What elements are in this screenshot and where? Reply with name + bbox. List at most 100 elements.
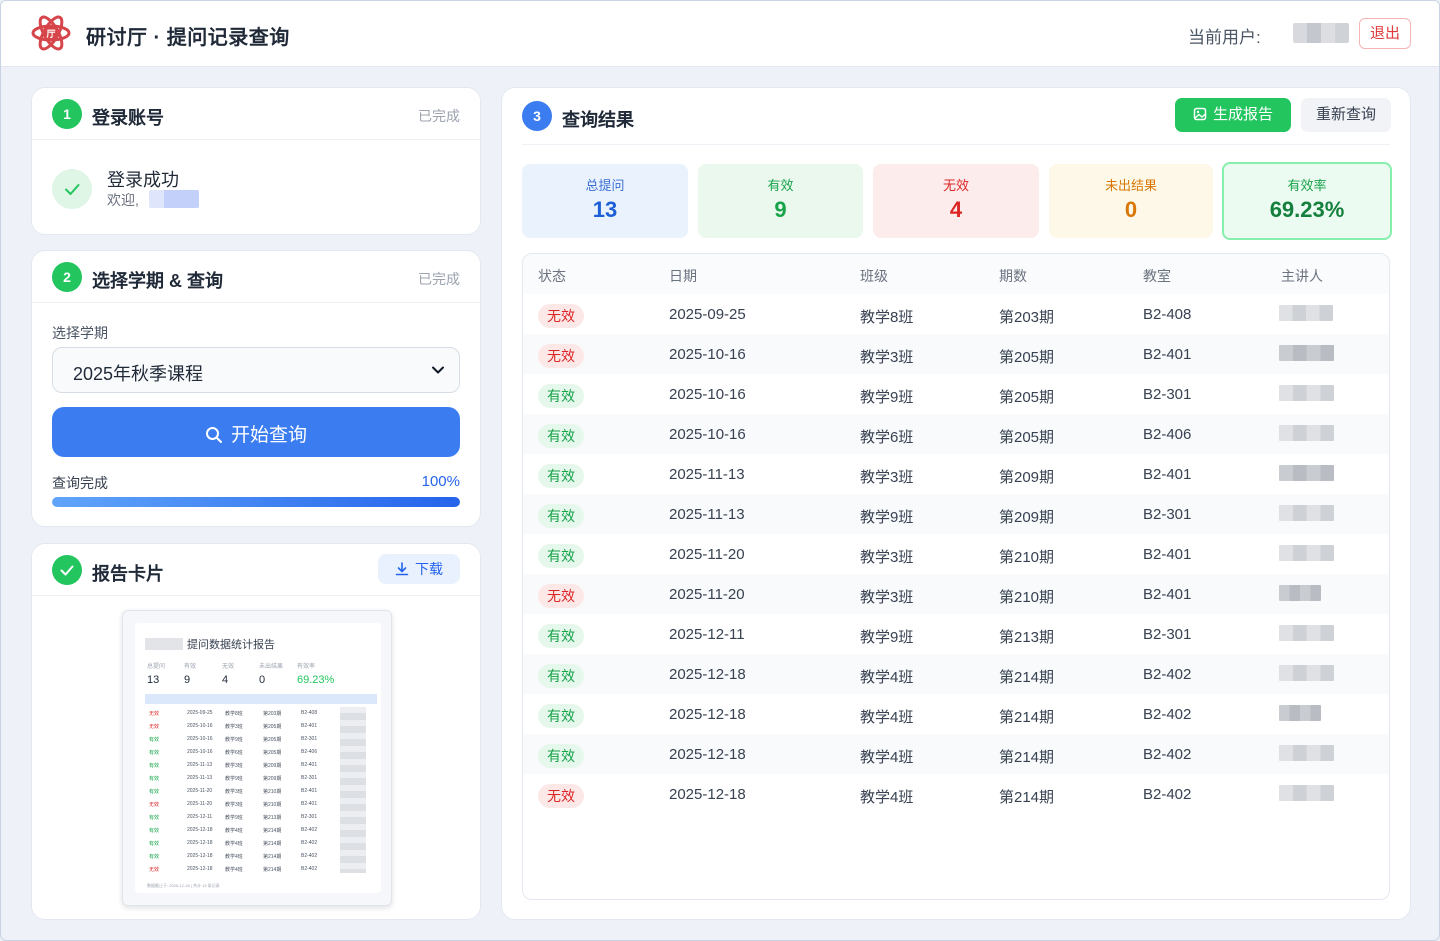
- cell-host-redacted: [1279, 585, 1321, 601]
- preview-cell-room: B2-301: [301, 736, 318, 742]
- step-2-badge: 2: [52, 262, 82, 292]
- status-badge: 有效: [538, 624, 584, 648]
- results-card-title: 查询结果: [562, 110, 634, 130]
- cell-host-redacted: [1279, 465, 1334, 481]
- preview-cell-class: 教学4班: [225, 841, 243, 847]
- results-table: 状态 日期 班级 期数 教室 主讲人 无效 2025-09-25 教学8班 第203期 B2-40…: [522, 253, 1390, 900]
- preview-stat-value: 0: [259, 674, 266, 686]
- search-icon: [205, 427, 222, 443]
- cell-host-redacted: [1279, 425, 1334, 441]
- top-header: 厅 研讨厅 · 提问记录查询 当前用户: 退出: [1, 1, 1439, 67]
- column-header-session[interactable]: 期数: [999, 266, 1027, 286]
- download-button[interactable]: 下载: [378, 554, 460, 584]
- preview-stat-label: 总提问: [147, 664, 166, 670]
- column-header-class[interactable]: 班级: [860, 266, 888, 286]
- term-field-label: 选择学期: [52, 325, 108, 341]
- preview-cell-class: 教学4班: [225, 828, 243, 834]
- cell-date: 2025-10-16: [669, 386, 746, 403]
- stat-box-valid: 有效 9: [698, 164, 863, 238]
- results-card-header: 3 查询结果 生成报告 重新查询: [502, 88, 1410, 144]
- report-card-title: 报告卡片: [92, 564, 164, 584]
- cell-session: 第214期: [999, 709, 1055, 726]
- cell-date: 2025-11-13: [669, 466, 745, 483]
- stat-box-pending: 未出结果 0: [1049, 164, 1213, 238]
- cell-host-redacted: [1279, 545, 1334, 561]
- table-row[interactable]: 有效 2025-11-13 教学3班 第209期 B2-401: [523, 454, 1389, 494]
- generate-report-button[interactable]: 生成报告: [1175, 98, 1291, 132]
- cell-room: B2-401: [1143, 546, 1192, 563]
- table-row[interactable]: 有效 2025-11-20 教学3班 第210期 B2-401: [523, 534, 1389, 574]
- requery-button[interactable]: 重新查询: [1301, 98, 1391, 132]
- cell-date: 2025-10-16: [669, 426, 746, 443]
- results-card: 3 查询结果 生成报告 重新查询 总提问 13 有效 9 无效 4 未出结果 0 有效率 69.2…: [501, 87, 1411, 920]
- table-row[interactable]: 无效 2025-10-16 教学3班 第205期 B2-401: [523, 334, 1389, 374]
- cell-class: 教学4班: [860, 789, 914, 806]
- cell-room: B2-301: [1143, 506, 1192, 523]
- column-header-date[interactable]: 日期: [669, 266, 697, 286]
- preview-cell-date: 2025-10-16: [187, 736, 213, 742]
- table-row[interactable]: 有效 2025-12-18 教学4班 第214期 B2-402: [523, 734, 1389, 774]
- term-select[interactable]: 2025年秋季课程: [52, 347, 460, 393]
- table-row[interactable]: 无效 2025-11-20 教学3班 第210期 B2-401: [523, 574, 1389, 614]
- column-header-room[interactable]: 教室: [1143, 266, 1171, 286]
- preview-cell-status: 有效: [149, 854, 160, 860]
- preview-cell-room: B2-301: [301, 814, 318, 820]
- preview-cell-status: 有效: [149, 841, 160, 847]
- preview-cell-status: 有效: [149, 815, 160, 821]
- preview-cell-class: 教学4班: [225, 854, 243, 860]
- cell-session: 第214期: [999, 669, 1055, 686]
- table-row[interactable]: 有效 2025-12-18 教学4班 第214期 B2-402: [523, 694, 1389, 734]
- login-success-text: 登录成功: [107, 170, 179, 190]
- cell-date: 2025-09-25: [669, 306, 746, 323]
- preview-cell-room: B2-402: [301, 866, 318, 872]
- stat-label-total: 总提问: [585, 178, 625, 193]
- column-header-host[interactable]: 主讲人: [1281, 266, 1323, 286]
- user-name-redacted: [1293, 23, 1349, 43]
- logout-button[interactable]: 退出: [1359, 18, 1411, 49]
- table-row[interactable]: 无效 2025-09-25 教学8班 第203期 B2-408: [523, 294, 1389, 334]
- welcome-user-redacted: [149, 190, 199, 208]
- report-preview[interactable]: 提问数据统计报告 总提问 13 有效 9 无效 4 未出结果 0 有效率 69.23% 无效 202…: [122, 610, 392, 906]
- report-preview-footer: 数据截止于: 2025-12-18 | 共计 13 条记录: [147, 883, 220, 888]
- preview-cell-class: 教学4班: [225, 867, 243, 873]
- progress-bar-fill: [52, 497, 460, 507]
- report-preview-logo-redacted: [145, 638, 183, 650]
- table-row[interactable]: 有效 2025-12-18 教学4班 第214期 B2-402: [523, 654, 1389, 694]
- cell-room: B2-402: [1143, 706, 1192, 723]
- status-badge: 有效: [538, 424, 584, 448]
- preview-stat: 未出结果 0: [259, 661, 283, 686]
- preview-cell-class: 教学8班: [225, 711, 243, 717]
- term-select-value: 2025年秋季课程: [73, 364, 204, 384]
- cell-room: B2-301: [1143, 626, 1192, 643]
- start-query-button[interactable]: 开始查询: [52, 407, 460, 457]
- cell-class: 教学3班: [860, 469, 914, 486]
- column-header-status[interactable]: 状态: [538, 266, 566, 286]
- preview-cell-session: 第205期: [263, 750, 282, 756]
- preview-cell-status: 有效: [149, 828, 160, 834]
- preview-cell-class: 教学9班: [225, 737, 243, 743]
- preview-cell-session: 第210期: [263, 802, 282, 808]
- preview-cell-room: B2-401: [301, 801, 318, 807]
- status-badge: 有效: [538, 504, 584, 528]
- report-card-header: 报告卡片 下载: [32, 544, 480, 596]
- report-preview-host-redacted: [340, 707, 366, 873]
- cell-class: 教学3班: [860, 589, 914, 606]
- table-row[interactable]: 有效 2025-10-16 教学6班 第205期 B2-406: [523, 414, 1389, 454]
- table-row[interactable]: 有效 2025-11-13 教学9班 第209期 B2-301: [523, 494, 1389, 534]
- preview-cell-session: 第214期: [263, 854, 282, 860]
- preview-cell-session: 第214期: [263, 841, 282, 847]
- results-table-header: 状态 日期 班级 期数 教室 主讲人: [523, 254, 1389, 294]
- preview-stat-value: 69.23%: [297, 674, 335, 686]
- preview-cell-status: 无效: [149, 802, 160, 808]
- table-row[interactable]: 有效 2025-12-11 教学9班 第213期 B2-301: [523, 614, 1389, 654]
- table-row[interactable]: 有效 2025-10-16 教学9班 第205期 B2-301: [523, 374, 1389, 414]
- preview-cell-session: 第203期: [263, 711, 282, 717]
- cell-class: 教学4班: [860, 749, 914, 766]
- image-icon: [1193, 107, 1207, 121]
- cell-class: 教学9班: [860, 389, 914, 406]
- table-row[interactable]: 无效 2025-12-18 教学4班 第214期 B2-402: [523, 774, 1389, 814]
- cell-date: 2025-11-13: [669, 506, 745, 523]
- cell-room: B2-401: [1143, 586, 1192, 603]
- cell-session: 第209期: [999, 469, 1055, 486]
- report-preview-table-header: [145, 694, 377, 704]
